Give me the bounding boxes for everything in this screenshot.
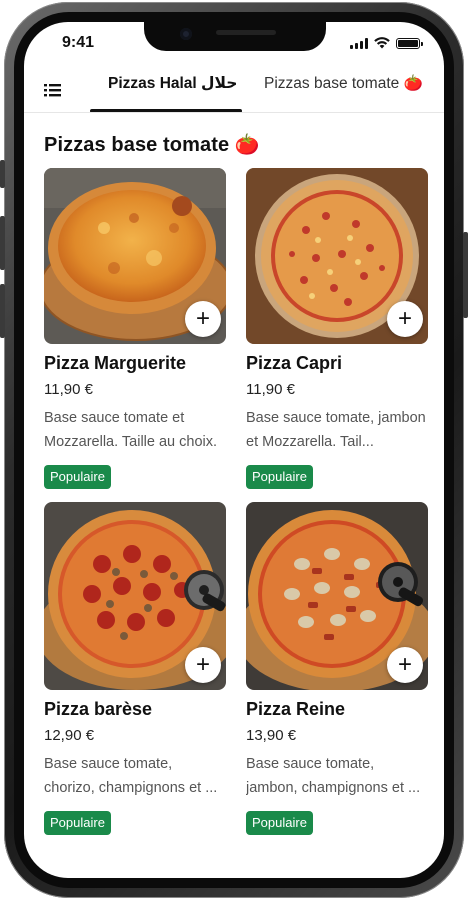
pizza-margherita-photo[interactable]: + bbox=[44, 168, 226, 344]
popular-badge: Populaire bbox=[246, 465, 313, 489]
product-description: Base sauce tomate, jambon, champignons e… bbox=[246, 756, 421, 796]
plus-icon: + bbox=[195, 651, 210, 678]
product-card[interactable]: + Pizza Reine 13,90 € Base sauce tomate,… bbox=[246, 502, 428, 835]
product-description: Base sauce tomate et Mozzarella. Taille … bbox=[44, 410, 218, 450]
volume-down-button bbox=[0, 284, 5, 338]
tab-pizzas-halal[interactable]: Pizzas Halal حلال bbox=[108, 74, 237, 94]
add-to-cart-button[interactable]: + bbox=[185, 647, 221, 683]
front-camera bbox=[180, 28, 192, 40]
list-menu-icon[interactable] bbox=[44, 81, 62, 99]
category-tabbar: Pizzas Halal حلال Pizzas base tomate 🍅 bbox=[24, 74, 444, 114]
product-name[interactable]: Pizza Reine bbox=[246, 699, 428, 720]
product-price: 12,90 € bbox=[44, 727, 95, 744]
product-price: 11,90 € bbox=[44, 381, 93, 398]
plus-icon: + bbox=[397, 305, 412, 332]
volume-up-button bbox=[0, 216, 5, 270]
tabbar-divider bbox=[24, 112, 444, 113]
product-description: Base sauce tomate, jambon et Mozzarella.… bbox=[246, 410, 426, 450]
speaker-grille bbox=[216, 30, 276, 35]
plus-icon: + bbox=[195, 305, 210, 332]
popular-badge: Populaire bbox=[246, 811, 313, 835]
power-button bbox=[463, 232, 468, 318]
add-to-cart-button[interactable]: + bbox=[387, 301, 423, 337]
pizza-reine-photo[interactable]: + bbox=[246, 502, 428, 690]
product-description: Base sauce tomate, chorizo, champignons … bbox=[44, 756, 218, 796]
product-price: 11,90 € bbox=[246, 381, 295, 398]
pizza-barese-photo[interactable]: + bbox=[44, 502, 226, 690]
product-card[interactable]: + Pizza Marguerite 11,90 € Base sauce to… bbox=[44, 168, 226, 489]
product-name[interactable]: Pizza Marguerite bbox=[44, 353, 226, 374]
cellular-signal-icon bbox=[350, 38, 368, 49]
section-title: Pizzas base tomate 🍅 bbox=[44, 134, 260, 156]
tab-pizzas-base-tomate[interactable]: Pizzas base tomate 🍅 bbox=[264, 74, 423, 94]
add-to-cart-button[interactable]: + bbox=[185, 301, 221, 337]
plus-icon: + bbox=[397, 651, 412, 678]
popular-badge: Populaire bbox=[44, 465, 111, 489]
wifi-icon bbox=[374, 37, 390, 49]
battery-icon bbox=[396, 38, 423, 49]
product-price: 13,90 € bbox=[246, 727, 297, 744]
notch bbox=[144, 22, 326, 51]
app-screen: 9:41 Pizzas Halal حلال Pizzas base tomat… bbox=[24, 22, 444, 878]
product-card[interactable]: + Pizza Capri 11,90 € Base sauce tomate,… bbox=[246, 168, 428, 489]
product-card[interactable]: + Pizza barèse 12,90 € Base sauce tomate… bbox=[44, 502, 226, 835]
popular-badge: Populaire bbox=[44, 811, 111, 835]
add-to-cart-button[interactable]: + bbox=[387, 647, 423, 683]
silent-switch bbox=[0, 160, 5, 188]
status-icons bbox=[350, 37, 423, 49]
product-name[interactable]: Pizza barèse bbox=[44, 699, 226, 720]
product-name[interactable]: Pizza Capri bbox=[246, 353, 428, 374]
status-time: 9:41 bbox=[62, 34, 95, 51]
pizza-capri-photo[interactable]: + bbox=[246, 168, 428, 344]
